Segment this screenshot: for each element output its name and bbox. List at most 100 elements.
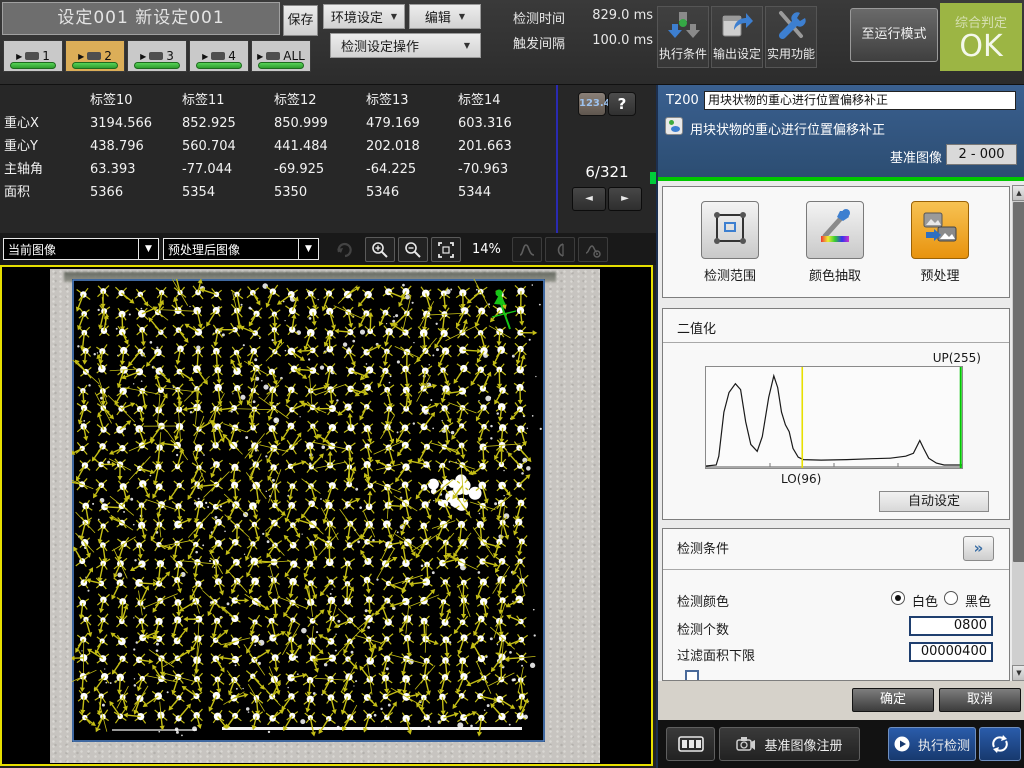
tab-status-bar xyxy=(134,62,180,69)
timing-stats: 检测时间 829.0 ms 触发间隔 100.0 ms xyxy=(513,8,653,52)
black-radio[interactable] xyxy=(944,591,958,605)
scene-tab-2[interactable]: ▶2 xyxy=(65,40,125,72)
detect-settings-ops-menu[interactable]: 检测设定操作 ▼ xyxy=(330,33,481,58)
edit-menu[interactable]: 编辑 ▼ xyxy=(409,4,481,29)
filter-area-label: 过滤面积下限 xyxy=(677,645,755,664)
run-detection-button[interactable]: 执行检测 xyxy=(888,727,976,761)
histogram-frame xyxy=(705,366,963,469)
flow-button[interactable]: 执行条件 xyxy=(657,6,709,68)
scene-tab-1[interactable]: ▶1 xyxy=(3,40,63,72)
expand-conditions-button[interactable]: » xyxy=(963,536,994,561)
dropper-icon xyxy=(815,208,855,252)
tab-status-bar xyxy=(10,62,56,69)
trigger-interval-label: 触发间隔 xyxy=(513,33,565,52)
filter-area-input[interactable]: 00000400 xyxy=(909,642,993,662)
preprocess-tool-button[interactable] xyxy=(911,201,969,259)
ok-button[interactable]: 确定 xyxy=(852,688,934,712)
zoom-in-button[interactable] xyxy=(365,237,395,262)
overall-judge-panel: 综合判定 OK xyxy=(940,3,1022,71)
top-bar: 设定001 新设定001 保存 环境设定 ▼ 编辑 ▼ 检测设定操作 ▼ 检测时… xyxy=(0,0,1024,85)
scene-tab-4[interactable]: ▶4 xyxy=(189,40,249,72)
unit-description: 用块状物的重心进行位置偏移补正 xyxy=(690,119,885,138)
histogram-view-button[interactable] xyxy=(512,237,542,262)
camera-chip-icon xyxy=(149,52,163,60)
play-icon: ▶ xyxy=(257,52,263,61)
result-pager-area: 123.4 ? 6/321 ◄ ► xyxy=(556,85,656,233)
black-radio-label: 黑色 xyxy=(965,591,991,610)
tab-label: 2 xyxy=(104,49,112,63)
cancel-button[interactable]: 取消 xyxy=(939,688,1021,712)
table-cell: -64.225 xyxy=(366,158,458,181)
column-header: 标签12 xyxy=(274,89,366,112)
action-bar: 基准图像注册 执行检测 xyxy=(658,720,1024,768)
unit-id: T200 xyxy=(666,93,699,108)
ref-image-register-button[interactable]: 基准图像注册 xyxy=(719,727,860,761)
save-button[interactable]: 保存 xyxy=(283,5,318,36)
play-icon: ▶ xyxy=(78,52,84,61)
pager-next-button[interactable]: ► xyxy=(608,187,642,211)
pager-prev-button[interactable]: ◄ xyxy=(572,187,606,211)
curve-settings-button[interactable] xyxy=(578,237,608,262)
image-view-select[interactable]: 预处理后图像 ▼ xyxy=(163,238,319,260)
detect-time-label: 检测时间 xyxy=(513,8,565,27)
detect-time-unit: ms xyxy=(634,8,653,23)
scene-tab-3[interactable]: ▶3 xyxy=(127,40,187,72)
scroll-thumb[interactable] xyxy=(1013,202,1024,562)
table-cell: 850.999 xyxy=(274,112,366,135)
auto-set-button[interactable]: 自动设定 xyxy=(879,491,989,512)
profile-view-button[interactable] xyxy=(545,237,575,262)
tab-label: 3 xyxy=(166,49,174,63)
partial-checkbox[interactable] xyxy=(685,670,699,681)
unit-header: T200 用块状物的重心进行位置偏移补正 用块状物的重心进行位置偏移补正 基准图… xyxy=(658,85,1024,177)
table-cell: 479.169 xyxy=(366,112,458,135)
range-icon xyxy=(710,208,750,252)
pager-count: 6/321 xyxy=(558,163,656,181)
table-corner xyxy=(4,89,90,112)
column-header: 标签11 xyxy=(182,89,274,112)
scene-tab-all[interactable]: ▶ALL xyxy=(251,40,311,72)
image-source-select[interactable]: 当前图像 ▼ xyxy=(3,238,159,260)
judge-value: OK xyxy=(959,31,1002,63)
row-label: 面积 xyxy=(4,181,90,204)
chevron-down-icon: ▼ xyxy=(464,41,470,50)
camera-image-viewport[interactable] xyxy=(0,265,653,766)
environment-settings-menu[interactable]: 环境设定 ▼ xyxy=(323,4,405,29)
white-radio[interactable] xyxy=(891,591,905,605)
detect-time-value: 829.0 xyxy=(592,8,629,23)
play-icon: ▶ xyxy=(202,52,208,61)
dropper-tool-button[interactable] xyxy=(806,201,864,259)
camera-chip-icon xyxy=(87,52,101,60)
column-header: 标签10 xyxy=(90,89,182,112)
camera-icon xyxy=(736,736,756,752)
run-mode-button[interactable]: 至运行模式 xyxy=(850,8,938,62)
ref-image-value[interactable]: 2 - 000 xyxy=(946,144,1017,165)
numeric-display-button[interactable]: 123.4 xyxy=(578,92,606,116)
export-button[interactable]: 输出设定 xyxy=(711,6,763,68)
tools-button[interactable]: 实用功能 xyxy=(765,6,817,68)
unit-name-input[interactable]: 用块状物的重心进行位置偏移补正 xyxy=(704,91,1016,110)
panel-scrollbar[interactable]: ▲ ▼ xyxy=(1012,185,1024,683)
binarization-box: 二值化 UP(255) LO(96) 自动设定 xyxy=(662,308,1010,520)
chip-with-detection-markers xyxy=(72,279,545,742)
camera-chip-icon xyxy=(266,52,280,60)
detect-count-input[interactable]: 0800 xyxy=(909,616,993,636)
range-tool-button[interactable] xyxy=(701,201,759,259)
film-strip-button[interactable] xyxy=(666,727,715,761)
play-icon xyxy=(894,736,910,752)
table-cell: 5350 xyxy=(274,181,366,204)
retry-cycle-button[interactable] xyxy=(979,727,1021,761)
scroll-down-button[interactable]: ▼ xyxy=(1012,665,1024,681)
measurement-table-area: 标签10标签11标签12标签13标签14重心X3194.566852.92585… xyxy=(0,85,556,233)
zoom-out-button[interactable] xyxy=(398,237,428,262)
binarization-title: 二值化 xyxy=(677,318,716,337)
help-button[interactable]: ? xyxy=(608,92,636,116)
table-cell: 3194.566 xyxy=(90,112,182,135)
detect-count-label: 检测个数 xyxy=(677,619,729,638)
scroll-up-button[interactable]: ▲ xyxy=(1012,185,1024,201)
refresh-image-button[interactable] xyxy=(330,237,360,262)
fit-screen-button[interactable] xyxy=(431,237,461,262)
program-title: 设定001 新设定001 xyxy=(2,2,280,35)
confirm-strip: 确定 取消 xyxy=(658,681,1024,720)
detect-settings-ops-label: 检测设定操作 xyxy=(341,36,419,55)
vision-system-app: 设定001 新设定001 保存 环境设定 ▼ 编辑 ▼ 检测设定操作 ▼ 检测时… xyxy=(0,0,1024,768)
